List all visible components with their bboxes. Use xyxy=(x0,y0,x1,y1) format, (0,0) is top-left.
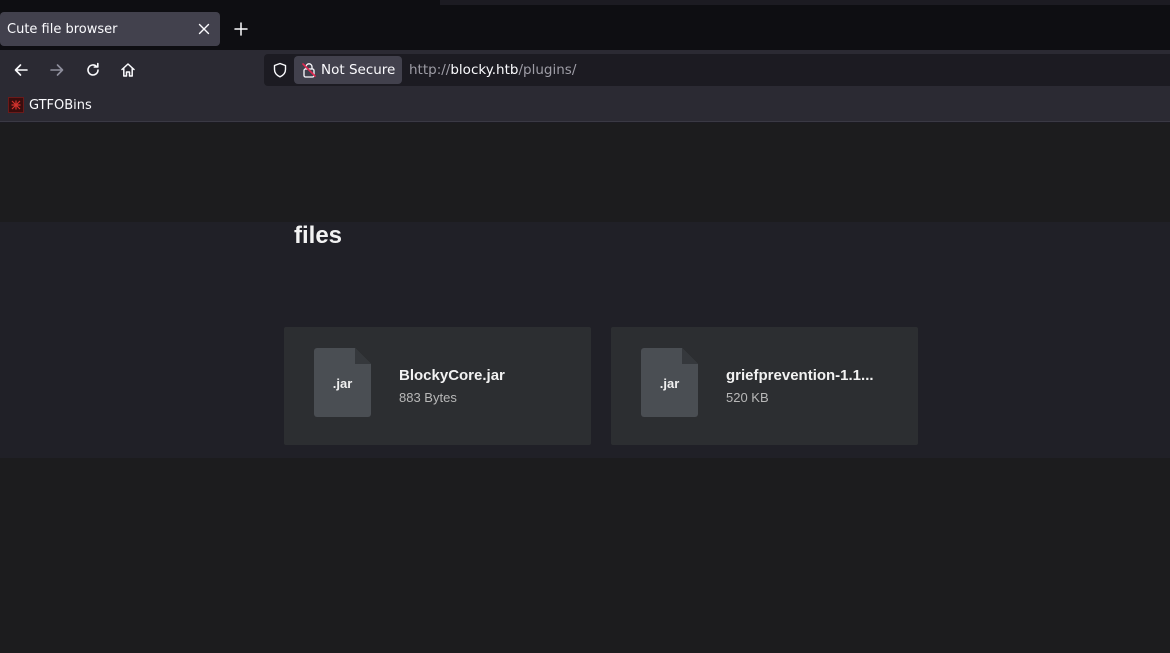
home-icon xyxy=(121,63,135,77)
url-bar[interactable]: Not Secure http://blocky.htb/plugins/ xyxy=(264,54,1170,86)
site-security-button[interactable]: Not Secure xyxy=(294,56,402,84)
file-icon: .jar xyxy=(314,348,371,417)
section-title: files xyxy=(294,222,343,249)
tab-close-button[interactable] xyxy=(192,17,216,41)
file-size: 520 KB xyxy=(726,390,769,405)
insecure-lock-icon xyxy=(302,62,316,78)
tracking-protection-button[interactable] xyxy=(270,60,290,80)
browser-tab[interactable]: Cute file browser xyxy=(0,12,220,46)
close-icon xyxy=(198,23,210,35)
url-host: blocky.htb xyxy=(450,62,519,78)
navigation-toolbar: Not Secure http://blocky.htb/plugins/ xyxy=(0,50,1170,90)
reload-icon xyxy=(87,62,99,76)
shield-icon xyxy=(273,62,287,78)
security-label: Not Secure xyxy=(321,62,396,78)
forward-button[interactable] xyxy=(43,56,71,84)
gtfobins-favicon-icon xyxy=(8,97,24,113)
file-size: 883 Bytes xyxy=(399,390,457,405)
tab-strip: Cute file browser xyxy=(0,0,1170,50)
file-card[interactable]: .jar BlockyCore.jar 883 Bytes xyxy=(284,327,591,445)
file-extension-label: .jar xyxy=(659,376,680,391)
file-icon: .jar xyxy=(641,348,698,417)
new-tab-button[interactable] xyxy=(229,17,253,41)
reload-button[interactable] xyxy=(79,56,107,84)
url-scheme: http:// xyxy=(409,62,451,78)
home-button[interactable] xyxy=(114,56,142,84)
back-button[interactable] xyxy=(7,56,35,84)
bookmark-gtfobins[interactable]: GTFOBins xyxy=(8,97,92,113)
url-path: /plugins/ xyxy=(518,62,577,78)
file-name: BlockyCore.jar xyxy=(399,367,505,384)
plus-icon xyxy=(234,22,248,36)
arrow-left-icon xyxy=(14,64,28,76)
file-card[interactable]: .jar griefprevention-1.1... 520 KB xyxy=(611,327,918,445)
arrow-right-icon xyxy=(50,64,64,76)
file-extension-label: .jar xyxy=(332,376,353,391)
titlebar-area xyxy=(440,0,1170,5)
files-section: files .jar BlockyCore.jar 883 Bytes .jar xyxy=(0,222,1170,458)
bookmark-label: GTFOBins xyxy=(29,97,92,113)
page-viewport: files .jar BlockyCore.jar 883 Bytes .jar xyxy=(0,123,1170,653)
tab-title: Cute file browser xyxy=(7,21,118,37)
bookmarks-toolbar: GTFOBins xyxy=(0,90,1170,122)
url-text[interactable]: http://blocky.htb/plugins/ xyxy=(409,62,576,78)
file-name: griefprevention-1.1... xyxy=(726,367,874,384)
